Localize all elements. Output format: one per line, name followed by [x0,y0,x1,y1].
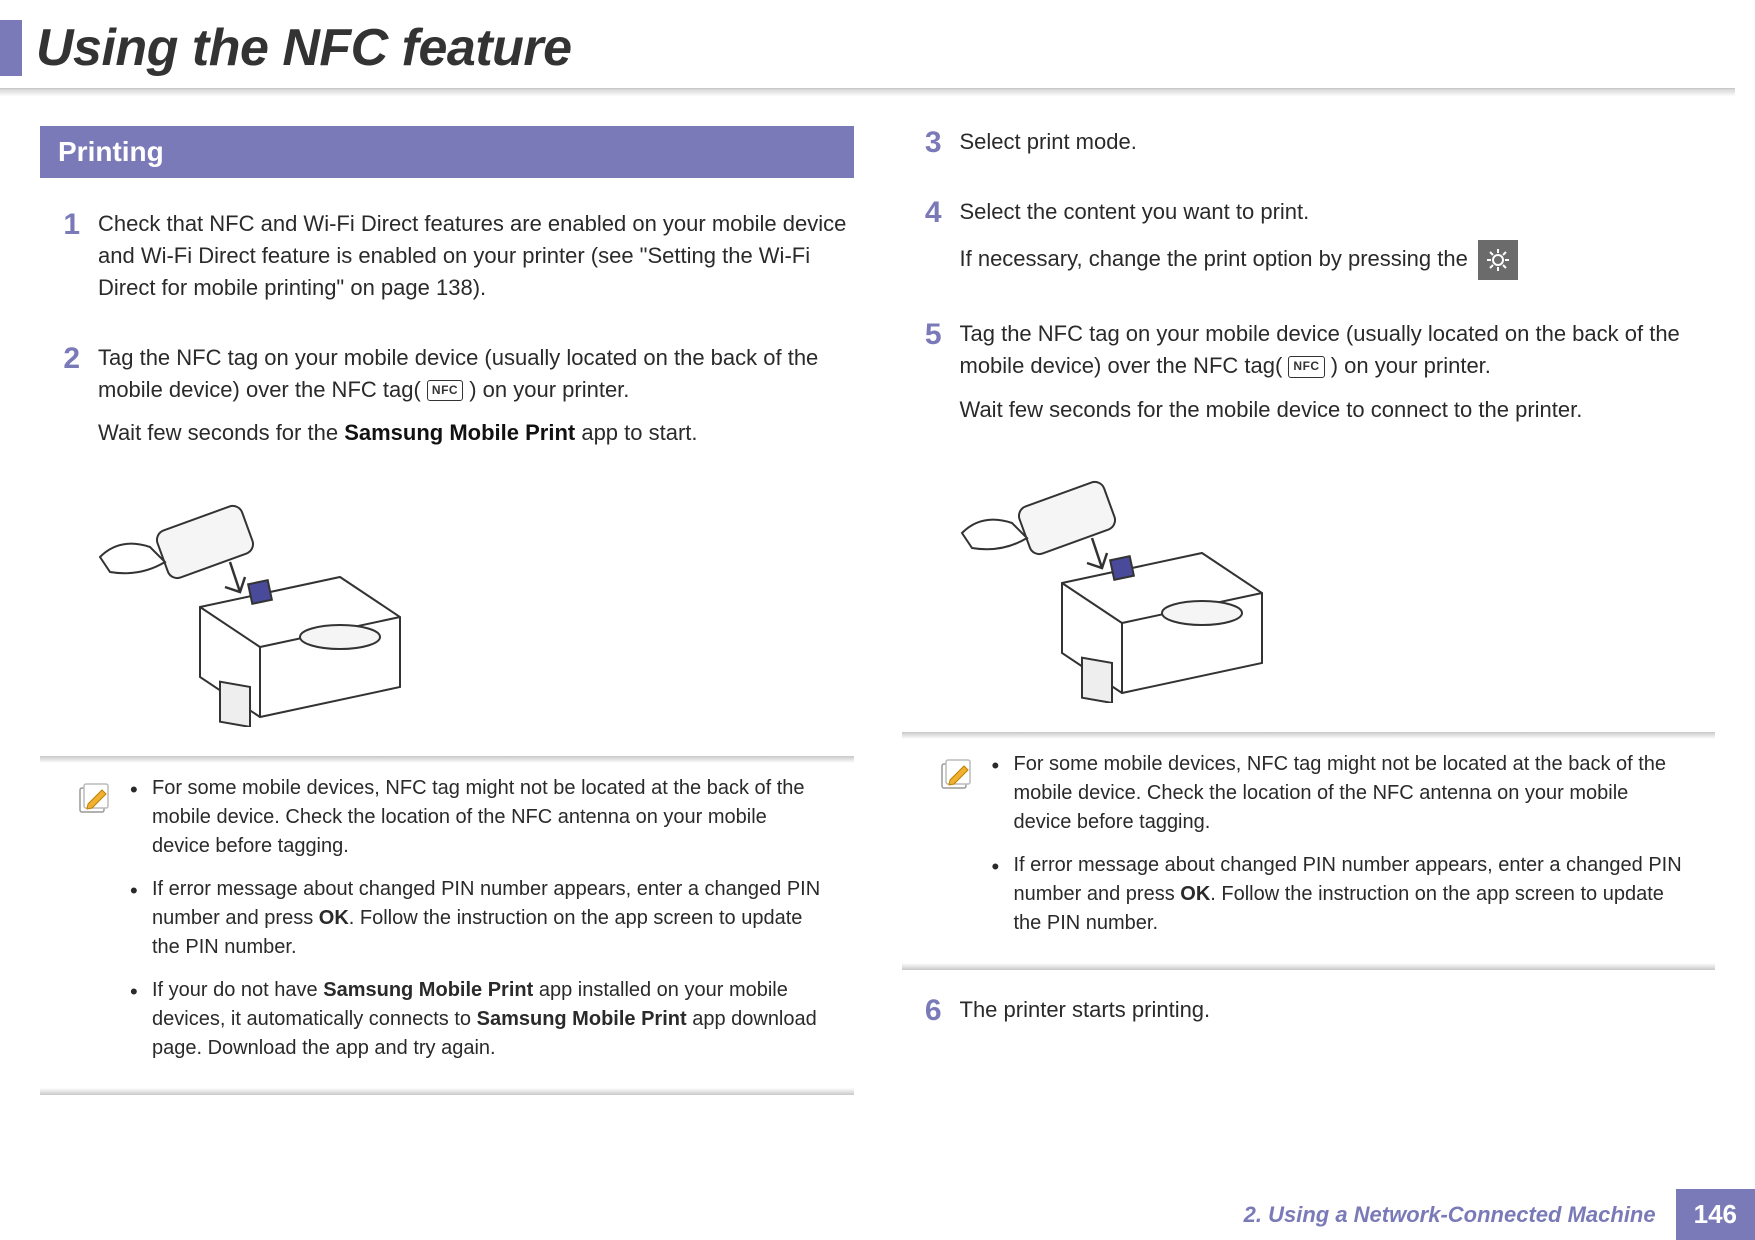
text-fragment: ) on your printer. [469,377,629,402]
nfc-icon: NFC [427,380,463,401]
step-text: The printer starts printing. [960,994,1716,1026]
page-title: Using the NFC feature [36,18,572,78]
step-text: Tag the NFC tag on your mobile device (u… [960,318,1716,382]
step-number: 1 [40,208,80,316]
step-body: Select print mode. [960,126,1716,170]
step-text: Select print mode. [960,126,1716,158]
text-fragment: If necessary, change the print option by… [960,246,1468,271]
step-text: Wait few seconds for the Samsung Mobile … [98,417,854,449]
step-6: 6 The printer starts printing. [902,994,1716,1038]
step-number: 4 [902,196,942,292]
step-4: 4 Select the content you want to print. … [902,196,1716,292]
header-divider [0,88,1735,96]
note-bullet: If error message about changed PIN numbe… [130,875,830,962]
footer-chapter: 2. Using a Network-Connected Machine [1244,1202,1656,1228]
page-header: Using the NFC feature [0,0,1755,88]
bold-text: Samsung Mobile Print [323,979,533,1001]
step-body: The printer starts printing. [960,994,1716,1038]
step-text: Select the content you want to print. [960,196,1716,228]
gear-icon [1478,240,1518,280]
step-1: 1 Check that NFC and Wi-Fi Direct featur… [40,208,854,316]
note-pencil-icon [74,778,112,825]
note-bullet: If your do not have Samsung Mobile Print… [130,976,830,1063]
note-pencil-icon [936,754,974,801]
step-2: 2 Tag the NFC tag on your mobile device … [40,342,854,462]
footer-page-number: 146 [1676,1189,1755,1240]
step-3: 3 Select print mode. [902,126,1716,170]
step-5: 5 Tag the NFC tag on your mobile device … [902,318,1716,438]
step-number: 5 [902,318,942,438]
text-fragment: app to start. [575,420,697,445]
text-fragment: ) on your printer. [1331,353,1491,378]
nfc-printer-illustration [80,487,854,732]
step-body: Check that NFC and Wi-Fi Direct features… [98,208,854,316]
step-number: 2 [40,342,80,462]
bold-text: Samsung Mobile Print [344,420,575,445]
step-text: Tag the NFC tag on your mobile device (u… [98,342,854,406]
bold-text: Samsung Mobile Print [477,1008,687,1030]
note-bullet: If error message about changed PIN numbe… [992,851,1692,938]
note-bullet: For some mobile devices, NFC tag might n… [992,750,1692,837]
left-column: Printing 1 Check that NFC and Wi-Fi Dire… [40,126,854,1119]
step-body: Tag the NFC tag on your mobile device (u… [960,318,1716,438]
note-bullet: For some mobile devices, NFC tag might n… [130,774,830,861]
step-text: If necessary, change the print option by… [960,240,1716,280]
step-body: Select the content you want to print. If… [960,196,1716,292]
bold-text: OK [319,907,349,929]
header-accent-bar [0,20,22,76]
bold-text: OK [1180,883,1210,905]
step-body: Tag the NFC tag on your mobile device (u… [98,342,854,462]
right-column: 3 Select print mode. 4 Select the conten… [902,126,1716,1119]
step-text: Wait few seconds for the mobile device t… [960,394,1716,426]
step-number: 6 [902,994,942,1038]
nfc-printer-illustration [942,463,1716,708]
note-box: For some mobile devices, NFC tag might n… [902,732,1716,970]
step-number: 3 [902,126,942,170]
nfc-icon: NFC [1288,356,1324,377]
text-fragment: Wait few seconds for the [98,420,344,445]
text-fragment: If your do not have [152,979,323,1001]
section-heading-printing: Printing [40,126,854,178]
page-footer: 2. Using a Network-Connected Machine 146 [1244,1189,1755,1240]
note-box: For some mobile devices, NFC tag might n… [40,756,854,1095]
step-text: Check that NFC and Wi-Fi Direct features… [98,208,854,304]
